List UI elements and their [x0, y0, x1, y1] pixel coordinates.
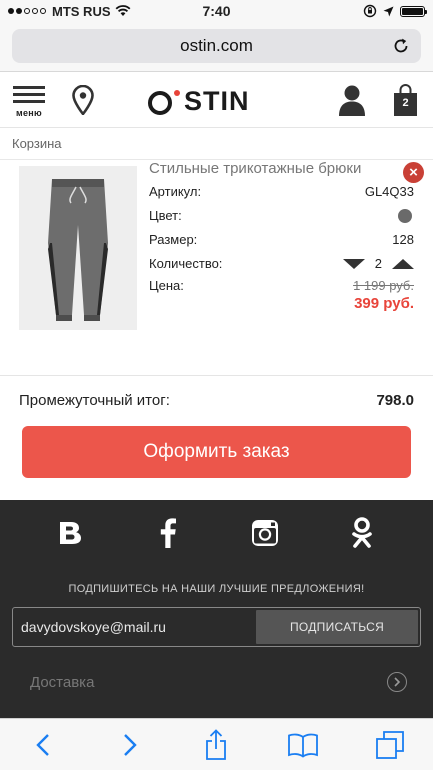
delivery-link[interactable]: Доставка [30, 672, 407, 692]
decrease-quantity-icon[interactable] [342, 258, 365, 269]
size-row: Размер: 128 [149, 232, 414, 247]
tabs-icon [375, 730, 404, 759]
checkout-label: Оформить заказ [143, 441, 290, 462]
close-icon: × [409, 164, 418, 181]
color-row: Цвет: [149, 208, 414, 223]
product-image[interactable] [19, 166, 137, 330]
browser-toolbar [0, 718, 433, 770]
subscribe-form: ПОДПИСАТЬСЯ [12, 607, 421, 647]
signal-icon [8, 8, 46, 14]
delivery-label: Доставка [30, 673, 95, 691]
size-value: 128 [392, 232, 414, 247]
wifi-icon [115, 5, 130, 16]
remove-item-button[interactable]: × [403, 162, 424, 183]
site-footer: ПОДПИШИТЕСЬ НА НАШИ ЛУЧШИЕ ПРЕДЛОЖЕНИЯ! … [0, 500, 433, 718]
subtotal-value: 798.0 [376, 392, 414, 409]
quantity-label: Количество: [149, 256, 223, 271]
status-bar: MTS RUS 7:40 [0, 0, 433, 22]
bookmarks-button[interactable] [286, 728, 320, 762]
email-field[interactable] [13, 608, 254, 646]
account-icon[interactable] [338, 84, 366, 116]
address-bar[interactable]: ostin.com [12, 29, 421, 63]
cart-button[interactable]: 2 [393, 84, 418, 117]
site-header: меню STIN 2 [0, 72, 433, 128]
breadcrumb: Корзина [0, 128, 433, 160]
book-icon [288, 733, 318, 758]
article-row: Артикул: GL4Q33 [149, 184, 414, 199]
menu-button[interactable]: меню [12, 85, 46, 118]
subscribe-button[interactable]: ПОДПИСАТЬСЯ [256, 610, 418, 644]
breadcrumb-current: Корзина [12, 136, 62, 151]
product-name[interactable]: Стильные трикотажные брюки [149, 160, 361, 177]
instagram-icon[interactable] [248, 516, 282, 550]
subscribe-title: ПОДПИШИТЕСЬ НА НАШИ ЛУЧШИЕ ПРЕДЛОЖЕНИЯ! [68, 583, 365, 595]
cart-item: Стильные трикотажные брюки × Артикул: GL… [0, 160, 433, 370]
trousers-illustration [48, 179, 108, 321]
logo-text: STIN [184, 86, 250, 116]
chevron-right-icon [387, 672, 407, 692]
hamburger-icon [13, 85, 45, 89]
rotation-lock-icon [363, 4, 377, 18]
url-text: ostin.com [180, 36, 253, 55]
subtotal-row: Промежуточный итог: 798.0 [0, 375, 433, 425]
share-button[interactable] [199, 728, 233, 762]
hamburger-line [13, 92, 45, 96]
facebook-icon[interactable] [151, 516, 185, 550]
back-button[interactable] [26, 728, 60, 762]
browser-address-area: ostin.com [0, 22, 433, 72]
price-row: Цена: 1 199 руб. [149, 278, 414, 293]
article-value: GL4Q33 [364, 184, 414, 199]
menu-label: меню [16, 107, 42, 118]
logo-dot [174, 89, 180, 96]
chevron-left-icon [36, 733, 50, 756]
quantity-value: 2 [374, 256, 382, 271]
sale-price: 399 руб. [354, 295, 414, 312]
share-icon [206, 728, 227, 760]
old-price: 1 199 руб. [353, 278, 414, 293]
forward-button[interactable] [113, 728, 147, 762]
location-arrow-icon [383, 6, 394, 16]
quantity-stepper: 2 [342, 256, 414, 271]
site-logo[interactable]: STIN [148, 86, 250, 117]
price-label: Цена: [149, 278, 184, 293]
reload-icon[interactable] [391, 36, 411, 56]
store-locator-icon[interactable] [72, 84, 94, 115]
increase-quantity-icon[interactable] [392, 258, 414, 269]
subtotal-label: Промежуточный итог: [19, 392, 170, 409]
cart-count: 2 [402, 97, 409, 109]
logo-o [148, 90, 172, 115]
subscribe-button-label: ПОДПИСАТЬСЯ [289, 620, 385, 634]
checkout-button[interactable]: Оформить заказ [22, 426, 411, 478]
hamburger-line [13, 99, 45, 103]
article-label: Артикул: [149, 184, 202, 199]
odnoklassniki-icon[interactable] [345, 516, 379, 550]
social-links [0, 516, 433, 550]
chevron-right-icon [124, 733, 137, 756]
color-swatch [398, 208, 412, 223]
vk-icon[interactable] [54, 516, 88, 550]
carrier-name: MTS RUS [52, 3, 111, 19]
size-label: Размер: [149, 232, 198, 247]
battery-icon [400, 5, 427, 17]
color-label: Цвет: [149, 208, 182, 223]
quantity-row: Количество: 2 [149, 256, 414, 271]
tabs-button[interactable] [373, 728, 407, 762]
